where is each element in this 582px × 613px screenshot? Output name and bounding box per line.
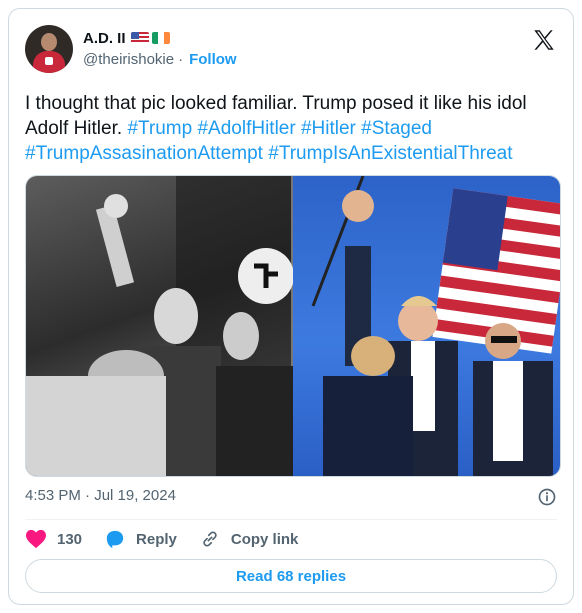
like-count: 130 xyxy=(57,530,83,548)
tweet-card: A.D. II @theirishokie · Follow I thought… xyxy=(8,8,574,605)
reply-label: Reply xyxy=(136,530,177,548)
author-name[interactable]: A.D. II xyxy=(83,30,126,47)
hashtag-link[interactable]: #TrumpIsAnExistentialThreat xyxy=(268,143,512,164)
media-left-image[interactable] xyxy=(26,176,294,476)
info-icon[interactable] xyxy=(537,487,557,507)
author-handle[interactable]: @theirishokie xyxy=(83,51,174,68)
read-replies-button[interactable]: Read 68 replies xyxy=(25,559,557,593)
hashtag-link[interactable]: #Hitler xyxy=(301,118,356,139)
rally-photo-illustration xyxy=(311,176,560,476)
hashtag-link[interactable]: #Trump xyxy=(127,118,192,139)
action-bar: 130 Reply Copy link xyxy=(25,527,320,551)
divider xyxy=(25,519,557,520)
ireland-flag-icon xyxy=(151,32,170,44)
hashtag-link[interactable]: #AdolfHitler xyxy=(197,118,295,139)
reply-button[interactable]: Reply xyxy=(104,529,177,549)
heart-icon xyxy=(26,529,46,549)
link-icon xyxy=(203,531,217,547)
us-flag-icon xyxy=(130,32,149,44)
tweet-media[interactable] xyxy=(25,175,561,477)
follow-button[interactable]: Follow xyxy=(189,51,237,68)
tweet-timestamp[interactable]: 4:53 PM · Jul 19, 2024 xyxy=(25,487,176,504)
x-logo-icon[interactable] xyxy=(531,27,557,53)
hashtag-link[interactable]: #TrumpAssasinationAttempt xyxy=(25,143,263,164)
tweet-text: I thought that pic looked familiar. Trum… xyxy=(25,91,565,166)
copy-link-label: Copy link xyxy=(230,530,299,548)
separator-dot: · xyxy=(178,51,184,68)
historical-photo-illustration xyxy=(26,176,294,476)
reply-bubble-icon xyxy=(106,530,124,549)
media-right-image[interactable] xyxy=(293,176,560,476)
hashtag-link[interactable]: #Staged xyxy=(361,118,432,139)
author-handle-row: @theirishokie · Follow xyxy=(83,51,237,68)
author-avatar[interactable] xyxy=(25,25,73,73)
author-name-row[interactable]: A.D. II xyxy=(83,28,170,48)
copy-link-button[interactable]: Copy link xyxy=(199,529,299,549)
like-button[interactable]: 130 xyxy=(25,529,82,549)
